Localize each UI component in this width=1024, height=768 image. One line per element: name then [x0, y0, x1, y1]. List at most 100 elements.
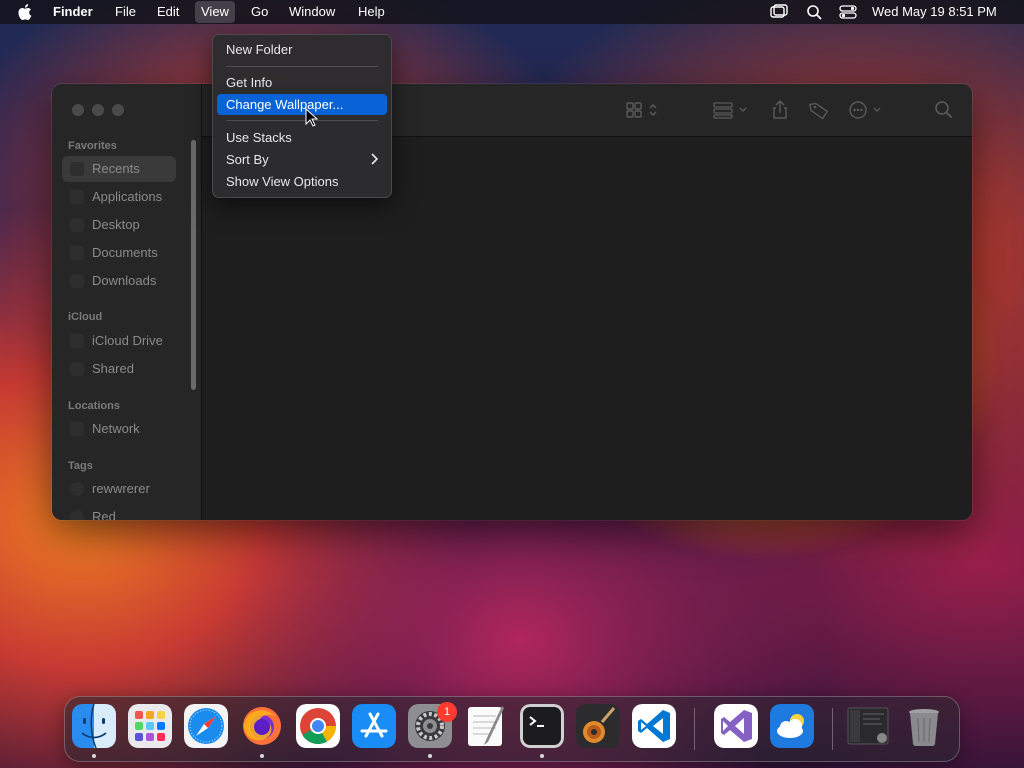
share-icon[interactable]	[770, 100, 790, 120]
menu-item-sort-by[interactable]: Sort By	[217, 149, 387, 170]
dock-launchpad[interactable]	[128, 704, 172, 748]
dock-firefox[interactable]	[240, 704, 284, 748]
guitar-icon	[576, 704, 620, 748]
tag-icon[interactable]	[808, 100, 830, 120]
dock-garageband[interactable]	[576, 704, 620, 748]
menu-item-label: Use Stacks	[226, 130, 292, 145]
control-center-icon[interactable]	[839, 4, 857, 20]
dock-terminal[interactable]	[520, 704, 564, 748]
textedit-icon	[468, 706, 504, 746]
sidebar-section-locations: Locations	[68, 400, 120, 412]
finder-icon	[72, 704, 116, 748]
menu-bar: Finder File Edit View Go Window Help Wed…	[0, 0, 1024, 24]
spotlight-search-icon[interactable]	[806, 4, 824, 20]
sidebar-item-shared[interactable]: Shared	[62, 356, 176, 382]
sidebar-item-label: Red	[92, 509, 116, 520]
sidebar-item-tag-red[interactable]: Red	[62, 504, 176, 520]
sidebar-section-tags: Tags	[68, 460, 93, 472]
sidebar-item-label: Applications	[92, 189, 163, 204]
dock-safari[interactable]	[184, 704, 228, 748]
sidebar-item-label: Downloads	[92, 273, 157, 288]
launchpad-icon	[128, 704, 172, 748]
group-by-icon[interactable]	[712, 100, 750, 120]
menu-item-get-info[interactable]: Get Info	[217, 72, 387, 93]
sidebar-section-icloud: iCloud	[68, 311, 103, 323]
menu-item-label: Change Wallpaper...	[226, 97, 344, 112]
menu-view[interactable]: View	[195, 1, 235, 23]
finder-window: Favorites Recents Applications Desktop D…	[52, 84, 972, 520]
running-indicator	[428, 754, 432, 758]
screen-mirroring-icon[interactable]	[770, 4, 788, 20]
sidebar-item-desktop[interactable]: Desktop	[62, 212, 176, 238]
menu-item-label: New Folder	[226, 42, 293, 57]
zoom-window-button[interactable]	[112, 104, 124, 116]
menu-window[interactable]: Window	[289, 4, 335, 20]
sidebar-scrollbar[interactable]	[191, 140, 196, 390]
menu-item-use-stacks[interactable]: Use Stacks	[217, 127, 387, 148]
menu-item-new-folder[interactable]: New Folder	[217, 39, 387, 60]
trash-icon	[909, 709, 939, 747]
mouse-pointer-icon	[305, 108, 319, 127]
dock-weather[interactable]	[770, 704, 814, 748]
documents-icon	[70, 246, 84, 260]
cloud-icon	[70, 334, 84, 348]
applications-icon	[70, 190, 84, 204]
sidebar-item-tag-rewwrerer[interactable]: rewwrerer	[62, 476, 176, 502]
running-indicator	[92, 754, 96, 758]
recents-icon	[70, 162, 84, 176]
sidebar-item-icloud-drive[interactable]: iCloud Drive	[62, 328, 176, 354]
running-indicator	[540, 754, 544, 758]
menubar-clock[interactable]: Wed May 19 8:51 PM	[872, 4, 997, 20]
app-store-icon	[352, 704, 396, 748]
sidebar-item-network[interactable]: Network	[62, 416, 176, 442]
search-icon[interactable]	[934, 100, 954, 120]
weather-icon	[770, 704, 814, 748]
menu-item-change-wallpaper[interactable]: Change Wallpaper...	[217, 94, 387, 115]
sidebar-item-applications[interactable]: Applications	[62, 184, 176, 210]
sidebar-item-downloads[interactable]: Downloads	[62, 268, 176, 294]
menu-help[interactable]: Help	[358, 4, 385, 20]
icon-view-grid-icon[interactable]	[624, 100, 660, 120]
menu-finder[interactable]: Finder	[53, 4, 93, 20]
dock-recent-screenshot[interactable]	[846, 704, 890, 748]
menu-item-label: Sort By	[226, 152, 269, 167]
firefox-icon	[243, 707, 281, 745]
view-menu-dropdown: New Folder Get Info Change Wallpaper... …	[212, 34, 392, 198]
finder-sidebar: Favorites Recents Applications Desktop D…	[52, 84, 202, 520]
shared-folder-icon	[70, 362, 84, 376]
menu-item-label: Show View Options	[226, 174, 339, 189]
dock-trash[interactable]	[902, 704, 946, 748]
dock-separator	[694, 708, 695, 750]
dock-app-store[interactable]	[352, 704, 396, 748]
dock-textedit[interactable]	[464, 704, 508, 748]
menu-file[interactable]: File	[115, 4, 136, 20]
running-indicator	[260, 754, 264, 758]
dock	[64, 696, 960, 762]
more-actions-icon[interactable]	[848, 100, 886, 120]
sidebar-item-recents[interactable]: Recents	[62, 156, 176, 182]
menu-edit[interactable]: Edit	[157, 4, 179, 20]
menu-item-label: Get Info	[226, 75, 273, 90]
vscode-icon	[632, 704, 676, 748]
minimize-window-button[interactable]	[92, 104, 104, 116]
menu-go[interactable]: Go	[251, 4, 268, 20]
close-window-button[interactable]	[72, 104, 84, 116]
notification-badge: 1	[437, 702, 457, 722]
menu-item-show-view-options[interactable]: Show View Options	[217, 171, 387, 192]
dock-vscode[interactable]	[632, 704, 676, 748]
apple-menu-icon[interactable]	[18, 3, 34, 21]
sidebar-item-label: Documents	[92, 245, 158, 260]
dock-finder[interactable]	[72, 704, 116, 748]
dock-chrome[interactable]	[296, 704, 340, 748]
dock-visual-studio[interactable]	[714, 704, 758, 748]
menu-separator	[226, 120, 378, 121]
sidebar-section-favorites: Favorites	[68, 140, 117, 152]
sidebar-item-label: Recents	[92, 161, 140, 176]
safari-icon	[184, 704, 228, 748]
sidebar-item-documents[interactable]: Documents	[62, 240, 176, 266]
sidebar-item-label: Desktop	[92, 217, 140, 232]
downloads-icon	[70, 274, 84, 288]
sidebar-item-label: Network	[92, 421, 140, 436]
sidebar-item-label: Shared	[92, 361, 134, 376]
chrome-icon	[296, 704, 340, 748]
